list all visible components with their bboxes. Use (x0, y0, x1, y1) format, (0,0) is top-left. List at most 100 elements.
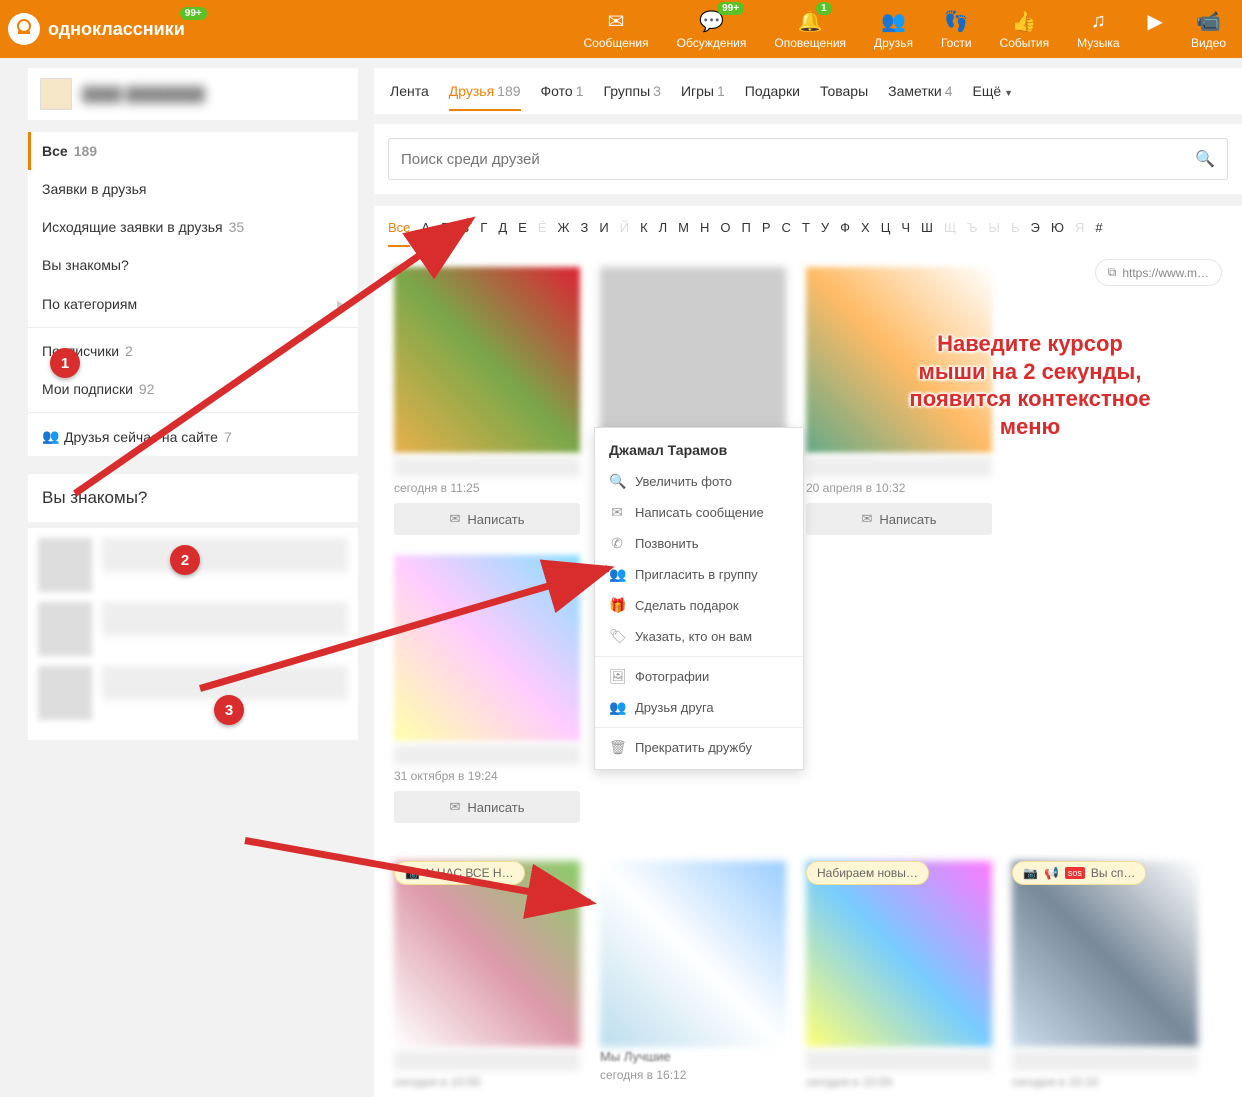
nav-bell[interactable]: 🔔Оповещения1 (774, 8, 846, 50)
sidebar-item[interactable]: Мои подписки92 (28, 370, 358, 408)
nav-video-play[interactable]: ▶ (1148, 8, 1163, 50)
alpha-letter[interactable]: В (461, 220, 470, 247)
share-url-pill[interactable]: ⧉ https://www.m… (1095, 259, 1222, 286)
alpha-letter[interactable]: Ю (1051, 220, 1064, 247)
tab-Игры[interactable]: Игры1 (681, 71, 725, 111)
sidebar-item[interactable]: Вы знакомы? (28, 246, 358, 284)
sidebar-friends-online[interactable]: 👥Друзья сейчас на сайте7 (28, 417, 358, 456)
sidebar-item[interactable]: Подписчики2 (28, 332, 358, 370)
tab-Ещё[interactable]: Ещё (973, 71, 1014, 111)
alpha-letter[interactable]: Ч (901, 220, 910, 247)
share-url-text: https://www.m… (1122, 266, 1209, 280)
friend-photo[interactable] (394, 861, 580, 1047)
friend-card[interactable]: сегодня в 11:25 ✉Написать (394, 267, 580, 535)
alpha-letter[interactable]: Т (802, 220, 810, 247)
sidebar-item[interactable]: По категориям (28, 284, 358, 323)
alphabet-filter: ВсеАБВГДЕЁЖЗИЙКЛМНОПРСТУФХЦЧШЩЪЫЬЭЮЯ# (388, 220, 1228, 247)
status-pill[interactable]: Набираем новы… (806, 861, 929, 885)
nav-thumbs[interactable]: 👍События (1000, 8, 1050, 50)
write-button[interactable]: ✉Написать (394, 503, 580, 535)
suggestion-text-blurred (102, 666, 348, 700)
alpha-letter[interactable]: П (742, 220, 751, 247)
alpha-letter[interactable]: Н (700, 220, 709, 247)
friend-photo[interactable] (806, 267, 992, 453)
friend-card[interactable]: 📷У НАС ВСЕ Н… сегодня в 10:00 (394, 861, 580, 1097)
alpha-letter[interactable]: Э (1030, 220, 1039, 247)
sidebar-item[interactable]: Исходящие заявки в друзья35 (28, 208, 358, 246)
friend-photo[interactable] (394, 555, 580, 741)
alpha-letter[interactable]: Р (762, 220, 771, 247)
external-link-icon: ⧉ (1108, 265, 1117, 280)
nav-people[interactable]: 👥Друзья (874, 8, 913, 50)
nav-footsteps[interactable]: 👣Гости (941, 8, 972, 50)
alpha-letter[interactable]: Е (518, 220, 527, 247)
ctx-trash[interactable]: 🗑Прекратить дружбу (595, 732, 803, 763)
tab-Друзья[interactable]: Друзья189 (449, 71, 521, 111)
friend-photo[interactable] (806, 861, 992, 1047)
alpha-letter[interactable]: Б (441, 220, 450, 247)
friend-photo[interactable] (600, 267, 786, 453)
alpha-letter[interactable]: Ш (921, 220, 933, 247)
ctx-gift[interactable]: 🎁Сделать подарок (595, 590, 803, 621)
alpha-letter[interactable]: У (821, 220, 829, 247)
suggestion-avatar[interactable] (38, 602, 92, 656)
write-button[interactable]: ✉Написать (806, 503, 992, 535)
friend-card[interactable]: Набираем новы… сегодня в 10:00 (806, 861, 992, 1097)
ctx-zoom[interactable]: 🔍Увеличить фото (595, 466, 803, 497)
tab-Товары[interactable]: Товары (820, 71, 868, 111)
tab-Фото[interactable]: Фото1 (541, 71, 584, 111)
alpha-letter[interactable]: С (782, 220, 791, 247)
search-icon[interactable]: 🔍 (1195, 149, 1215, 169)
ctx-envelope[interactable]: ✉Написать сообщение (595, 497, 803, 528)
alpha-letter[interactable]: Д (498, 220, 507, 247)
nav-music[interactable]: ♫Музыка (1077, 8, 1119, 50)
friend-photo[interactable] (600, 861, 786, 1047)
nav-camera[interactable]: 📹Видео (1191, 8, 1226, 50)
alpha-letter[interactable]: К (640, 220, 648, 247)
ctx-photos[interactable]: 🖼Фотографии (595, 661, 803, 692)
alpha-letter[interactable]: Х (861, 220, 870, 247)
friend-card[interactable]: Мы Лучшие сегодня в 16:12 (600, 861, 786, 1097)
search-input[interactable] (401, 151, 1195, 168)
alpha-letter[interactable]: Ж (558, 220, 570, 247)
alpha-letter[interactable]: Г (480, 220, 487, 247)
alpha-letter[interactable]: Ф (840, 220, 850, 247)
friend-photo[interactable] (394, 267, 580, 453)
alpha-letter[interactable]: И (599, 220, 608, 247)
nav-chat[interactable]: 💬Обсуждения99+ (677, 8, 747, 50)
ctx-tag[interactable]: 🏷Указать, кто он вам (595, 621, 803, 652)
alpha-letter[interactable]: Л (659, 220, 668, 247)
tab-Заметки[interactable]: Заметки4 (888, 71, 952, 111)
sidebar-item[interactable]: Заявки в друзья (28, 170, 358, 208)
nav-label: Оповещения (774, 36, 846, 50)
nav-envelope[interactable]: ✉Сообщения (583, 8, 648, 50)
alpha-letter[interactable]: Все (388, 220, 410, 247)
alpha-letter[interactable]: Ц (881, 220, 891, 247)
alpha-letter[interactable]: О (720, 220, 730, 247)
tab-Лента[interactable]: Лента (390, 71, 429, 111)
alpha-letter[interactable]: М (678, 220, 689, 247)
nav-label: События (1000, 36, 1050, 50)
friend-card[interactable]: 📷📢sosВы сп… сегодня в 10:10 (1012, 861, 1198, 1097)
friend-photo[interactable] (1012, 861, 1198, 1047)
profile-chip[interactable]: ████ ████████ (28, 68, 358, 120)
alpha-letter[interactable]: # (1095, 220, 1102, 247)
ctx-phone[interactable]: ✆Позвонить (595, 528, 803, 559)
suggestion-avatar[interactable] (38, 666, 92, 720)
alpha-letter[interactable]: З (581, 220, 589, 247)
suggestion-avatar[interactable] (38, 538, 92, 592)
sidebar-item[interactable]: Все189 (28, 132, 358, 170)
tab-Группы[interactable]: Группы3 (603, 71, 660, 111)
friend-card[interactable]: 20 апреля в 10:32 ✉Написать (806, 267, 992, 535)
tab-Подарки[interactable]: Подарки (745, 71, 800, 111)
site-logo[interactable]: одноклассники 99+ (8, 13, 185, 45)
ctx-friends[interactable]: 👥Друзья друга (595, 692, 803, 723)
status-pill[interactable]: 📷📢sosВы сп… (1012, 861, 1146, 885)
friends-search[interactable]: 🔍 (388, 138, 1228, 180)
alpha-letter[interactable]: А (421, 220, 430, 247)
ctx-group[interactable]: 👥Пригласить в группу (595, 559, 803, 590)
friend-card[interactable]: 31 октября в 19:24 ✉Написать (394, 555, 580, 823)
suggestion-text-blurred (102, 602, 348, 636)
write-button[interactable]: ✉Написать (394, 791, 580, 823)
status-pill[interactable]: 📷У НАС ВСЕ Н… (394, 861, 525, 885)
